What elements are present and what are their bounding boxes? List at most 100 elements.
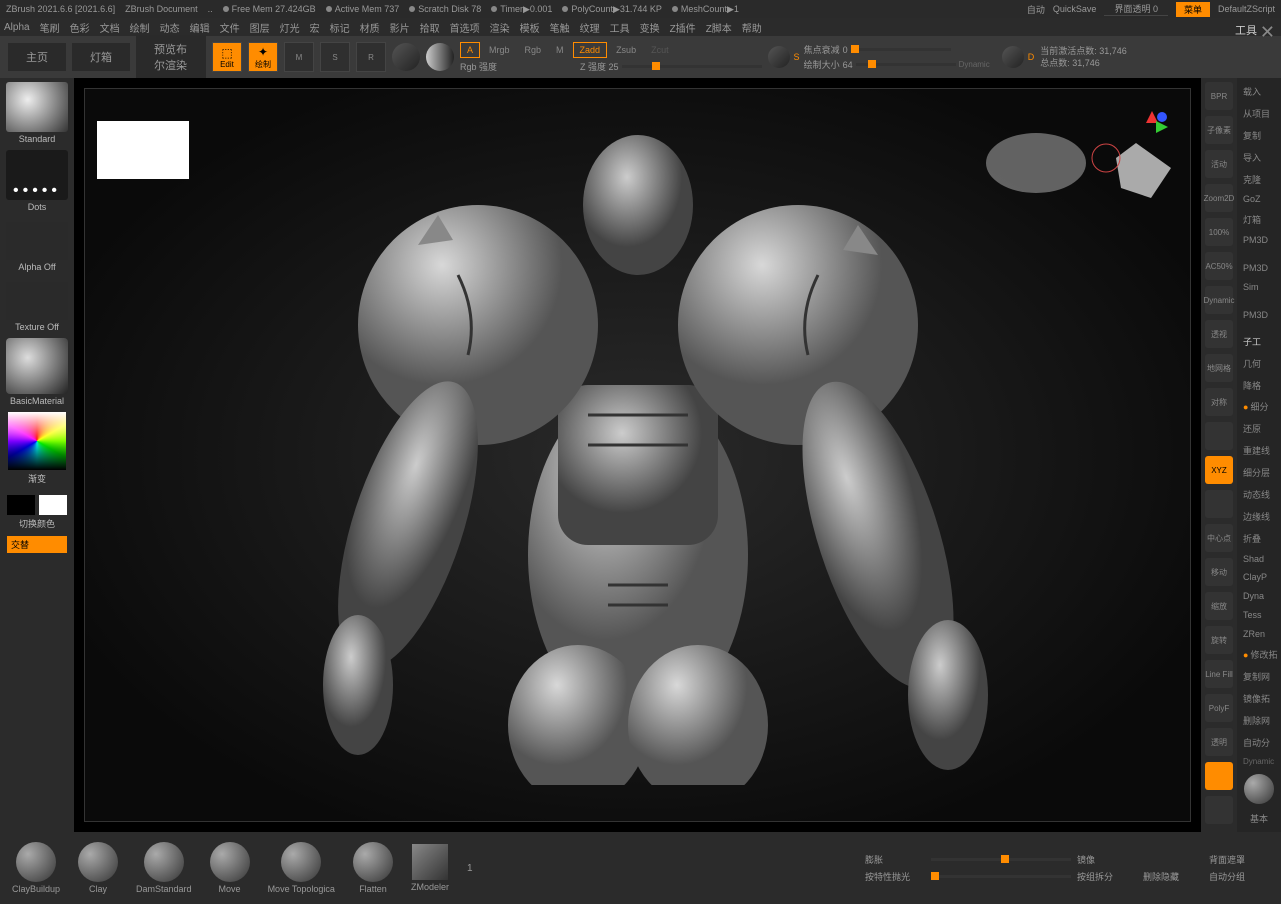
zint-slider[interactable]	[622, 65, 762, 68]
rp-sub-11[interactable]: Dyna	[1239, 588, 1279, 604]
rp-sub-8[interactable]: 折叠	[1239, 529, 1279, 548]
menu-材质[interactable]: 材质	[360, 20, 380, 35]
thumbnail-box[interactable]	[97, 121, 189, 179]
menu-编辑[interactable]: 编辑	[190, 20, 210, 35]
rp-item-3[interactable]: 导入	[1239, 148, 1279, 167]
axis-gizmo[interactable]	[1134, 109, 1170, 145]
rp-sub-0[interactable]: 几何	[1239, 354, 1279, 373]
rp-sub-3[interactable]: 还原	[1239, 419, 1279, 438]
rp-item-10[interactable]: Sim	[1239, 279, 1279, 295]
default-zscript[interactable]: DefaultZScript	[1218, 4, 1275, 14]
rstrip-11[interactable]: XYZ	[1205, 456, 1233, 484]
rstrip-3[interactable]: Zoom2D	[1205, 184, 1233, 212]
color-picker[interactable]	[8, 412, 66, 470]
brush-DamStandard[interactable]: DamStandard	[136, 842, 192, 894]
material-thumb[interactable]	[6, 338, 68, 394]
rp-sub-16[interactable]: 镜像拓	[1239, 689, 1279, 708]
rp-sub-7[interactable]: 边缘线	[1239, 507, 1279, 526]
inflate-slider[interactable]	[931, 858, 1071, 861]
menu-首选项[interactable]: 首选项	[450, 20, 480, 35]
rp-item-4[interactable]: 克隆	[1239, 170, 1279, 189]
tab-lightbox[interactable]: 灯箱	[72, 43, 130, 71]
rp-sub-12[interactable]: Tess	[1239, 607, 1279, 623]
menu-纹理[interactable]: 纹理	[580, 20, 600, 35]
rp-item-9[interactable]: PM3D	[1239, 260, 1279, 276]
rstrip-18[interactable]: PolyF	[1205, 694, 1233, 722]
rstrip-15[interactable]: 缩放	[1205, 592, 1233, 620]
texture-slot[interactable]	[6, 282, 68, 320]
ui-trans[interactable]: 界面透明 0	[1104, 2, 1168, 16]
gizmo-btn-1[interactable]: M	[284, 42, 314, 72]
rp-sub-14[interactable]: 修改拓	[1239, 645, 1279, 664]
del-hidden-btn[interactable]: 删除隐藏	[1143, 870, 1203, 883]
rp-dynamic[interactable]: Dynamic	[1239, 754, 1279, 769]
brush-ZModeler[interactable]: ZModeler	[411, 844, 449, 892]
rp-item-6[interactable]: 灯箱	[1239, 210, 1279, 229]
rp-sub-1[interactable]: 降格	[1239, 376, 1279, 395]
rp-item-0[interactable]: 载入	[1239, 82, 1279, 101]
rstrip-4[interactable]: 100%	[1205, 218, 1233, 246]
rstrip-0[interactable]: BPR	[1205, 82, 1233, 110]
rstrip-8[interactable]: 地网格	[1205, 354, 1233, 382]
rstrip-17[interactable]: Line Fill	[1205, 660, 1233, 688]
rp-item-7[interactable]: PM3D	[1239, 232, 1279, 248]
auto-group-btn[interactable]: 自动分组	[1209, 870, 1269, 883]
menu-影片[interactable]: 影片	[390, 20, 410, 35]
alpha-slot[interactable]	[6, 222, 68, 260]
menu-变换[interactable]: 变换	[640, 20, 660, 35]
rstrip-12[interactable]	[1205, 490, 1233, 518]
menu-模板[interactable]: 模板	[520, 20, 540, 35]
mode-rgb[interactable]: Rgb	[519, 43, 548, 57]
rstrip-5[interactable]: AC50%	[1205, 252, 1233, 280]
rp-item-11[interactable]	[1239, 298, 1279, 304]
auto-btn[interactable]: 自动	[1027, 3, 1045, 16]
rstrip-6[interactable]: Dynamic	[1205, 286, 1233, 314]
menu-渲染[interactable]: 渲染	[490, 20, 510, 35]
rstrip-9[interactable]: 对称	[1205, 388, 1233, 416]
brush-Clay[interactable]: Clay	[78, 842, 118, 894]
rp-sub-6[interactable]: 动态线	[1239, 485, 1279, 504]
mode-zcut[interactable]: Zcut	[645, 43, 675, 57]
draw-btn[interactable]: ✦绘制	[248, 42, 278, 72]
quicksave-btn[interactable]: QuickSave	[1053, 4, 1097, 14]
menu-色彩[interactable]: 色彩	[70, 20, 90, 35]
mirror-btn[interactable]: 镜像	[1077, 853, 1137, 866]
polish-slider[interactable]	[931, 875, 1071, 878]
rp-item-8[interactable]	[1239, 251, 1279, 257]
alternate-btn[interactable]: 交替	[7, 536, 67, 553]
rp-item-5[interactable]: GoZ	[1239, 191, 1279, 207]
focal-slider[interactable]	[851, 48, 951, 51]
group-split-btn[interactable]: 按组拆分	[1077, 870, 1137, 883]
menu-文件[interactable]: 文件	[220, 20, 240, 35]
rp-sub-13[interactable]: ZRen	[1239, 626, 1279, 642]
menu-灯光[interactable]: 灯光	[280, 20, 300, 35]
sphere-btn-1[interactable]	[392, 43, 420, 71]
menu-Z插件[interactable]: Z插件	[670, 20, 696, 35]
mode-a[interactable]: A	[460, 42, 480, 58]
rp-sub-9[interactable]: Shad	[1239, 551, 1279, 567]
menu-笔触[interactable]: 笔触	[550, 20, 570, 35]
rp-item-1[interactable]: 从项目	[1239, 104, 1279, 123]
brush-Flatten[interactable]: Flatten	[353, 842, 393, 894]
mode-m[interactable]: M	[550, 43, 570, 57]
menu-拾取[interactable]: 拾取	[420, 20, 440, 35]
brush-ClayBuildup[interactable]: ClayBuildup	[12, 842, 60, 894]
rp-sub-17[interactable]: 删除网	[1239, 711, 1279, 730]
backmask-btn[interactable]: 背面遮罩	[1209, 853, 1269, 866]
brush-Move Topologica[interactable]: Move Topologica	[268, 842, 335, 894]
rp-sub-18[interactable]: 自动分	[1239, 733, 1279, 752]
rp-sub-5[interactable]: 细分层	[1239, 463, 1279, 482]
menu-文档[interactable]: 文档	[100, 20, 120, 35]
menu-图层[interactable]: 图层	[250, 20, 270, 35]
rstrip-2[interactable]: 活动	[1205, 150, 1233, 178]
menu-笔刷[interactable]: 笔刷	[40, 20, 60, 35]
rstrip-7[interactable]: 透视	[1205, 320, 1233, 348]
brush-size-slider[interactable]	[856, 63, 956, 66]
menu-帮助[interactable]: 帮助	[742, 20, 762, 35]
rstrip-14[interactable]: 移动	[1205, 558, 1233, 586]
mode-zadd[interactable]: Zadd	[573, 42, 608, 58]
rstrip-16[interactable]: 旋转	[1205, 626, 1233, 654]
rstrip-19[interactable]: 透明	[1205, 728, 1233, 756]
menu-绘制[interactable]: 绘制	[130, 20, 150, 35]
rp-item-2[interactable]: 复制	[1239, 126, 1279, 145]
